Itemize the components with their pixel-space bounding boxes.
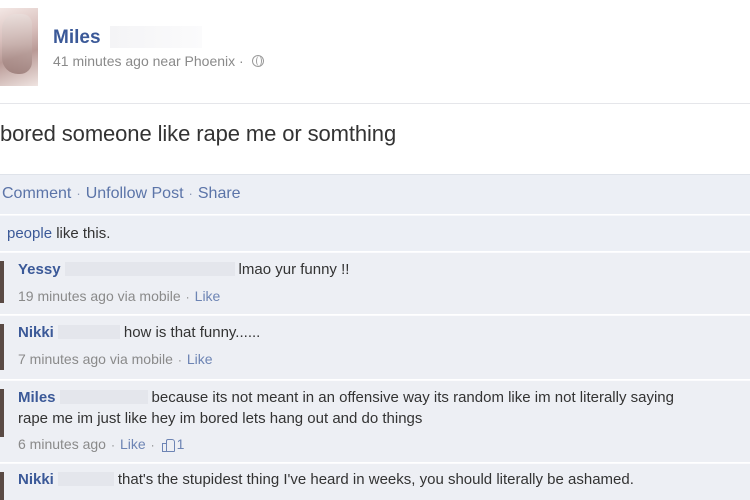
globe-icon[interactable] [251,55,264,67]
status-message: bored someone like rape me or somthing [0,121,397,146]
likers-link[interactable]: people [7,225,52,242]
comment-avatar[interactable] [0,472,4,500]
comment-avatar[interactable] [0,389,4,437]
comment-time[interactable]: 19 minutes ago via mobile [18,288,181,304]
post-location[interactable]: near Phoenix [153,53,236,69]
unfollow-post-link[interactable]: Unfollow Post [86,185,184,202]
post-meta: 41 minutes ago near Phoenix · [53,53,264,69]
redacted-text [57,325,120,339]
meta-separator: · [239,53,244,69]
redacted-text [64,262,235,276]
meta-separator: · [185,290,190,304]
comment-link[interactable]: Comment [2,185,71,202]
redacted-surname [110,26,202,48]
comment-item: Miles because its not meant in an offensi… [0,380,750,462]
comment-like-link[interactable]: Like [120,436,146,452]
meta-separator: · [110,438,115,452]
comment-text: lmao yur funny !! [238,261,350,278]
comment-like-link[interactable]: Like [187,351,213,367]
comment-like-count[interactable]: 1 [177,436,185,452]
avatar-photo [2,14,32,74]
post-actions: Comment · Unfollow Post · Share [0,174,750,214]
comment-author-link[interactable]: Yessy [18,261,61,278]
share-link[interactable]: Share [198,185,241,202]
comment-time[interactable]: 7 minutes ago via mobile [18,351,173,367]
redacted-text [59,390,148,404]
comment-like-link[interactable]: Like [195,288,221,304]
comment-author-link[interactable]: Nikki [18,471,54,488]
post-author-link[interactable]: Miles [53,27,101,49]
meta-separator: · [177,353,182,367]
comment-author-link[interactable]: Miles [18,389,56,406]
comment-avatar[interactable] [0,261,4,303]
comment-item: Nikki how is that funny...... 7 minutes a… [0,315,750,379]
comment-text: how is that funny...... [123,324,261,341]
comment-text-line2: rape me im just like hey im bored lets h… [18,410,423,427]
comment-avatar[interactable] [0,324,4,370]
meta-separator: · [150,438,155,452]
action-separator: · [188,186,193,201]
comment-text: that's the stupidest thing I've heard in… [117,471,634,488]
likes-summary: people like this. [0,215,750,251]
action-separator: · [76,186,81,201]
redacted-text [57,472,114,486]
avatar[interactable] [0,8,38,86]
comment-text-line1: because its not meant in an offensive wa… [151,389,674,406]
comment-item: Yessy lmao yur funny !! 19 minutes ago vi… [0,252,750,314]
post-time[interactable]: 41 minutes ago [53,53,149,69]
thumbs-up-icon[interactable] [161,438,175,452]
post-header: Miles 41 minutes ago near Phoenix · [0,0,750,104]
likes-suffix: like this. [52,225,111,242]
comment-time[interactable]: 6 minutes ago [18,436,106,452]
comment-author-link[interactable]: Nikki [18,324,54,341]
comment-item: Nikki that's the stupidest thing I've hea… [0,463,750,500]
